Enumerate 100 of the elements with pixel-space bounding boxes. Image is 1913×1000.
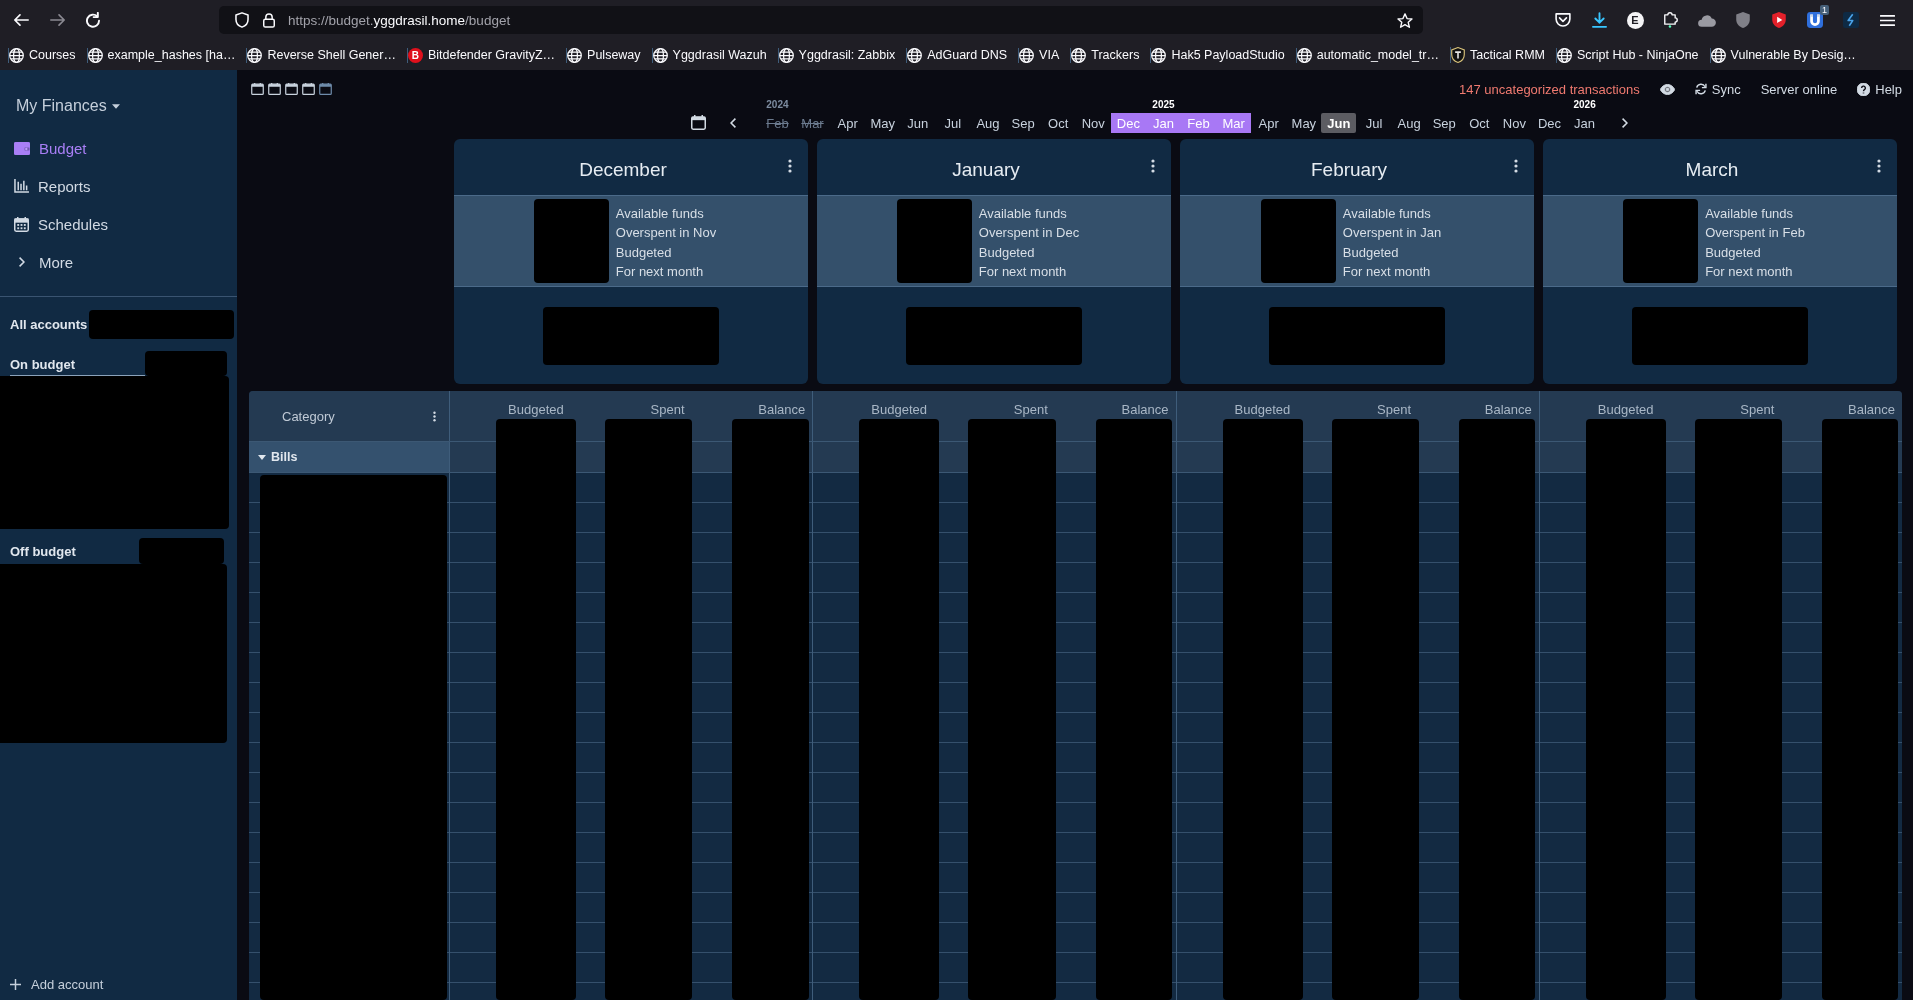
help-icon [1857,82,1871,96]
month-button[interactable]: May [865,113,901,133]
puzzle-icon[interactable] [1664,12,1678,28]
column-header: Spent [1740,402,1775,417]
month-button[interactable]: Aug [970,113,1006,133]
month-button[interactable]: Apr [1251,113,1287,133]
bookmark-link[interactable]: Courses [8,47,76,63]
uncategorized-link[interactable]: 147 uncategorized transactions [1459,81,1640,97]
add-account-button[interactable]: Add account [0,969,110,999]
pocket-icon[interactable] [1555,13,1571,27]
kebab-menu-icon[interactable] [1151,158,1155,173]
calendar-icon[interactable] [268,83,281,95]
month-button[interactable]: May [1286,113,1322,133]
year-label: 2024 [766,99,789,111]
count-badge: 1 [1820,5,1829,15]
shield-icon[interactable] [235,12,249,28]
bookmark-link[interactable]: B Bitdefender GravityZ… [406,47,556,63]
bookmark-link[interactable]: Hak5 PayloadStudio [1150,47,1285,63]
summary-label: Budgeted [978,243,1036,262]
column-header: Spent [1377,402,1411,417]
bookmark-link[interactable]: Yggdrasil: Zabbix [777,47,896,63]
column-header: Balance [1848,402,1895,417]
wallet-icon [14,141,30,155]
letter-logo: B [407,47,423,63]
summary-label: For next month [1342,263,1432,281]
menu-icon[interactable] [1879,14,1895,26]
month-button[interactable]: Jun [1321,113,1357,133]
lightning-icon[interactable] [1843,12,1859,28]
category-cell[interactable]: Bills [249,442,449,472]
cloud-icon[interactable] [1698,13,1716,27]
bookmark-link[interactable]: Yggdrasil Wazuh [651,47,767,63]
sidebar-item[interactable]: More [0,243,82,281]
play-icon[interactable] [1772,12,1786,28]
account-link[interactable]: Off budget [10,543,76,559]
sidebar-item[interactable]: Schedules [0,205,117,243]
bookmark-link[interactable]: example_hashes [ha… [86,47,236,63]
month-button[interactable]: Jun [900,113,936,133]
month-button[interactable]: Apr [830,113,866,133]
bookmark-link[interactable]: Tactical RMM [1449,47,1545,63]
extension-button[interactable]: E [1626,11,1644,29]
month-button[interactable]: Jul [1356,113,1392,133]
bookmark-link[interactable]: Pulseway [566,47,641,63]
star-icon[interactable] [1397,12,1413,28]
summary-label: Budgeted [1342,243,1400,262]
sidebar-item[interactable]: Budget [0,129,95,167]
month-button[interactable]: Sep [1005,113,1041,133]
kebab-menu-icon[interactable] [433,410,436,422]
year-label: 2026 [1573,99,1596,111]
bookmark-link[interactable]: automatic_model_tr… [1295,47,1439,63]
bookmark-link[interactable]: VIA [1018,47,1060,63]
calendar-icon[interactable] [302,83,315,95]
month-button[interactable]: Sep [1426,113,1462,133]
summary-label: Overspent in Dec [978,224,1080,242]
globe-icon [907,47,923,63]
month-button[interactable]: Oct [1040,113,1076,133]
sync-icon [1694,83,1707,95]
bookmark-link[interactable]: AdGuard DNS [906,47,1008,63]
address-bar[interactable]: https://budget.yggdrasil.home/budget [219,6,1423,34]
column-header: Budgeted [1597,402,1654,417]
globe-icon [1557,47,1572,63]
month-button[interactable]: Dec [1531,113,1568,133]
column-header: Budgeted [1234,402,1291,417]
bookmark-link[interactable]: Script Hub - NinjaOne [1556,47,1699,63]
column-header: Balance [758,402,806,417]
globe-icon [1296,47,1312,63]
account-link[interactable]: On budget [10,356,75,372]
magnet-icon[interactable] [1807,12,1823,28]
month-button[interactable]: Nov [1075,113,1111,133]
account-link[interactable]: All accounts [10,317,88,332]
month-button[interactable]: Nov [1496,113,1532,133]
kebab-menu-icon[interactable] [1877,158,1881,173]
caret-down-icon[interactable] [258,454,266,460]
calendar-icon[interactable] [285,83,298,95]
bookmark-link[interactable]: Vulnerable By Desig… [1709,47,1856,63]
bookmark-link[interactable]: Reverse Shell Gener… [246,47,396,63]
chevron-left-icon[interactable] [729,118,736,128]
month-button[interactable]: Oct [1461,113,1497,133]
chevron-right-icon[interactable] [1622,118,1629,128]
server-status: Server online [1760,81,1838,97]
summary-label: Budgeted [615,243,673,262]
kebab-menu-icon[interactable] [1514,158,1518,173]
month-button[interactable]: Jan [1567,113,1603,133]
bookmark-link[interactable]: Trackers [1070,47,1140,63]
summary-label: For next month [978,263,1068,281]
calendar-icon[interactable] [251,83,264,95]
help-button[interactable]: Help [1857,81,1902,97]
eye-icon[interactable] [1659,83,1675,95]
kebab-menu-icon[interactable] [788,158,792,173]
download-icon[interactable] [1591,12,1607,28]
plus-icon [10,978,21,990]
month-button[interactable]: Aug [1391,113,1427,133]
budget-name-menu[interactable]: My Finances [16,96,120,116]
lock-icon[interactable] [263,12,275,28]
month-button[interactable]: Jul [935,113,971,133]
column-header: Balance [1121,402,1169,417]
calendar-icon[interactable] [319,83,332,95]
sync-button[interactable]: Sync [1694,81,1741,97]
globe-icon [778,47,794,63]
sidebar-item[interactable]: Reports [0,167,99,205]
summary-label: For next month [615,263,705,281]
